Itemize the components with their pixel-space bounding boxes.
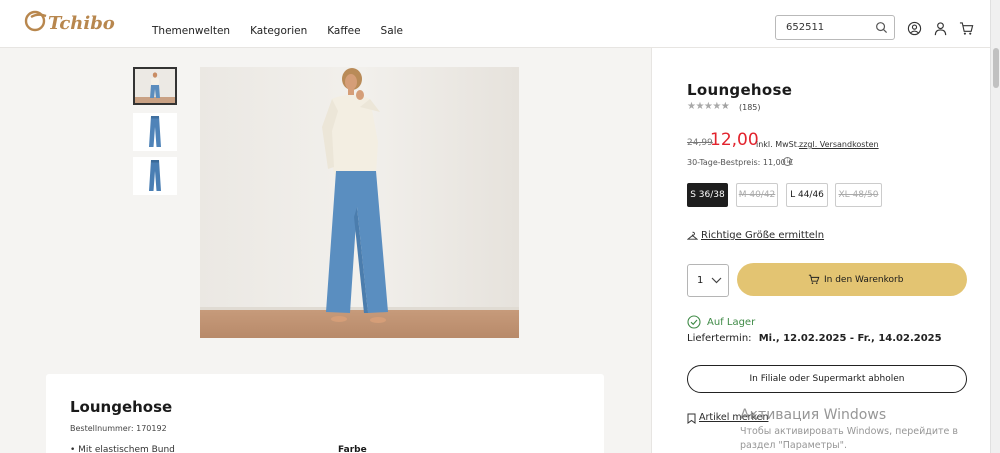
product-main-image[interactable] bbox=[200, 67, 519, 338]
quantity-select[interactable]: 1 bbox=[687, 264, 729, 297]
nav-item-themenwelten[interactable]: Themenwelten bbox=[152, 25, 230, 37]
rating-stars[interactable]: ★★★★★ bbox=[687, 101, 730, 112]
nav-item-kaffee[interactable]: Kaffee bbox=[327, 25, 360, 37]
star-empty-icon: ★ bbox=[720, 101, 730, 112]
windows-activation-title: Активация Windows bbox=[740, 407, 887, 423]
star-icon: ★★★★ bbox=[687, 101, 721, 112]
add-to-cart-label: In den Warenkorb bbox=[824, 275, 904, 285]
size-option-xl[interactable]: XL 48/50 bbox=[835, 183, 882, 207]
thumbnail-model[interactable] bbox=[133, 67, 177, 105]
add-to-cart-button[interactable]: In den Warenkorb bbox=[737, 263, 967, 296]
scrollbar-thumb[interactable] bbox=[993, 48, 999, 88]
store-pickup-button[interactable]: In Filiale oder Supermarkt abholen bbox=[687, 365, 967, 393]
feature-bullet-text: Mit elastischem Bund bbox=[78, 445, 175, 453]
main-nav: Themenwelten Kategorien Kaffee Sale bbox=[152, 25, 403, 37]
thumbnail-pants-front[interactable] bbox=[133, 113, 177, 151]
info-icon[interactable]: i bbox=[783, 157, 792, 166]
quantity-value: 1 bbox=[697, 275, 704, 286]
review-count[interactable]: (185) bbox=[739, 103, 761, 112]
tchibo-logo[interactable]: Tchibo bbox=[22, 7, 122, 37]
thumbnail-pants-back[interactable] bbox=[133, 157, 177, 195]
order-number: Bestellnummer: 170192 bbox=[70, 424, 167, 433]
cart-icon[interactable] bbox=[959, 21, 974, 36]
windows-activation-subtitle: Чтобы активировать Windows, перейдите в … bbox=[740, 426, 958, 451]
delivery-date: Liefertermin: Mi., 12.02.2025 - Fr., 14.… bbox=[687, 333, 942, 344]
search-input[interactable]: 652511 bbox=[775, 15, 895, 40]
delivery-label: Liefertermin: bbox=[687, 333, 752, 344]
user-icon[interactable] bbox=[933, 21, 948, 36]
check-circle-icon bbox=[687, 315, 701, 329]
svg-text:Tchibo: Tchibo bbox=[48, 13, 115, 34]
feature-bullet: • Mit elastischem Bund bbox=[70, 445, 175, 453]
search-icon[interactable] bbox=[875, 21, 888, 34]
size-option-s[interactable]: S 36/38 bbox=[687, 183, 728, 207]
sale-price: 12,00 bbox=[710, 130, 759, 150]
product-details-card: Loungehose Bestellnummer: 170192 • Mit e… bbox=[46, 374, 604, 453]
account-icon[interactable] bbox=[907, 21, 922, 36]
color-label: Farbe bbox=[338, 445, 367, 453]
shipping-link[interactable]: zzgl. Versandkosten bbox=[799, 140, 879, 149]
site-header: Tchibo Themenwelten Kategorien Kaffee Sa… bbox=[0, 0, 990, 48]
vat-note: inkl. MwSt. bbox=[756, 140, 800, 149]
size-guide-text: Richtige Größe ermitteln bbox=[701, 230, 825, 241]
hanger-icon bbox=[687, 231, 698, 240]
stock-status-text: Auf Lager bbox=[707, 317, 756, 328]
size-option-m[interactable]: M 40/42 bbox=[736, 183, 778, 207]
product-title: Loungehose bbox=[687, 81, 793, 99]
details-title: Loungehose bbox=[70, 398, 173, 416]
best-price-30-days: 30-Tage-Bestpreis: 11,00 € bbox=[687, 158, 794, 167]
page-scrollbar[interactable] bbox=[990, 0, 1000, 453]
old-price: 24,99 bbox=[687, 138, 713, 148]
bookmark-icon bbox=[687, 413, 696, 424]
nav-item-kategorien[interactable]: Kategorien bbox=[250, 25, 307, 37]
buy-box: Loungehose ★★★★★ (185) 24,99 12,00 inkl.… bbox=[651, 48, 990, 453]
size-option-l[interactable]: L 44/46 bbox=[786, 183, 828, 207]
nav-item-sale[interactable]: Sale bbox=[381, 25, 403, 37]
size-guide-link[interactable]: Richtige Größe ermitteln bbox=[687, 230, 824, 241]
chevron-down-icon bbox=[711, 277, 722, 284]
search-value: 652511 bbox=[786, 22, 825, 33]
cart-plus-icon bbox=[808, 274, 820, 284]
delivery-dates: Mi., 12.02.2025 - Fr., 14.02.2025 bbox=[758, 333, 942, 344]
